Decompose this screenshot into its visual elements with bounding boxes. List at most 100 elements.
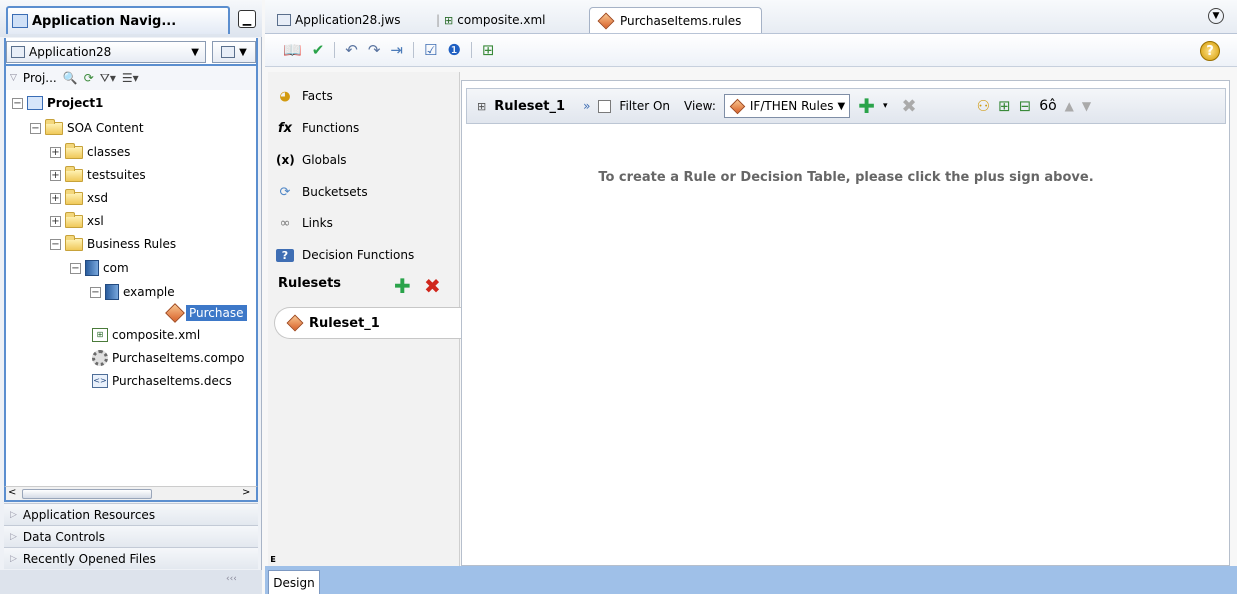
report-icon[interactable]: ☑ [424,41,437,59]
ruleset-label: Ruleset_1 [309,315,380,331]
navigator-title: Application Navig... [32,13,177,29]
filter-label: Filter On [619,99,671,113]
help-icon[interactable]: ? [1200,41,1220,61]
application-menu-button[interactable]: ▼ [212,41,256,63]
tab-application28-jws[interactable]: Application28.jws [277,9,401,31]
collapse-icon[interactable]: − [90,286,101,298]
validate-check-icon[interactable]: ✔ [312,41,325,59]
tree-node-purchaseitems-decs[interactable]: <> PurchaseItems.decs [92,370,232,392]
delete-rule-icon[interactable]: ✖ [901,96,916,117]
move-down-icon[interactable]: ▼ [1082,99,1091,113]
tree-node-composite[interactable]: ⊞ composite.xml [92,324,200,346]
tree-node-xsd[interactable]: + xsd [50,187,108,209]
tree-node-xsl[interactable]: + xsl [50,210,104,232]
rulesets-heading: Rulesets [278,276,342,291]
navigator-footer: ‹‹‹ [0,570,262,594]
double-chevron-down-icon[interactable]: » [583,99,590,113]
tree-label: PurchaseItems.decs [112,374,232,388]
tree-node-com[interactable]: − com [70,257,129,279]
minimize-button[interactable]: ▁ [238,10,256,28]
projects-label[interactable]: Proj... [23,71,57,85]
nav-label: Bucketsets [302,185,368,199]
tree-node-project1[interactable]: − Project1 [12,92,103,114]
search-icon[interactable]: 🔍 [63,71,78,85]
horizontal-scrollbar[interactable]: < > [4,486,258,502]
scroll-right-icon[interactable]: > [242,487,250,498]
collapse-icon[interactable]: − [12,97,23,109]
tab-purchaseitems-rules[interactable]: PurchaseItems.rules [589,7,763,33]
sort-icon[interactable]: ☰▾ [122,71,139,85]
tree-node-purchase-rules[interactable]: Purchase [165,302,247,324]
toolbar-separator [334,42,336,58]
tree-node-business-rules[interactable]: − Business Rules [50,233,176,255]
tab-composite-xml[interactable]: | ⊞ composite.xml [436,9,545,31]
expand-triangle-icon: ▷ [10,553,17,564]
tree-label: testsuites [87,168,146,182]
collapse-icon[interactable]: − [30,122,41,134]
nav-item-globals[interactable]: (x) Globals [276,148,347,172]
composite-icon: ⊞ [444,13,454,27]
refresh-icon[interactable]: ⟳ [84,71,94,85]
collapse-icon[interactable]: − [50,238,61,250]
scroll-left-icon[interactable]: < [8,487,16,498]
nav-item-links[interactable]: ∞ Links [276,211,333,235]
functions-icon: fx [277,120,293,136]
tab-list-menu-button[interactable]: ▼ [1208,8,1224,24]
redo-icon[interactable]: ↷ [368,41,381,59]
tree-node-testsuites[interactable]: + testsuites [50,164,146,186]
expand-icon[interactable]: + [50,192,61,204]
nav-item-bucketsets[interactable]: ⟳ Bucketsets [276,180,368,204]
expand-icon[interactable]: ⊞ [477,100,486,113]
ruleset-editor [461,80,1230,566]
tree-node-example[interactable]: − example [90,281,175,303]
collapse-all-icon[interactable]: ⊟ [1019,97,1032,115]
filter-icon[interactable]: ⛛▾ [100,71,116,86]
ruleset-icon [286,314,304,332]
filter-checkbox[interactable] [598,99,612,113]
component-gear-icon [92,350,108,366]
application-dropdown[interactable]: Application28 ▼ [6,41,206,63]
tab-design[interactable]: Design [268,570,320,594]
collapse-triangle-icon[interactable]: ▽ [10,73,17,83]
tree-node-classes[interactable]: + classes [50,141,130,163]
info-icon[interactable]: ❶ [447,41,460,59]
collapse-nav-icon[interactable]: ᴇ [270,552,276,565]
overflow-chevrons-icon[interactable]: ‹‹‹ [226,574,237,584]
expand-icon[interactable]: + [50,169,61,181]
view-dropdown[interactable]: IF/THEN Rules ▼ [723,94,851,118]
save-icon[interactable]: ⇥ [390,41,403,59]
tree-node-soa-content[interactable]: − SOA Content [30,117,144,139]
expand-icon[interactable]: + [50,146,61,158]
delete-ruleset-icon[interactable]: ✖ [424,274,441,298]
navigator-title-tab[interactable]: Application Navig... [6,6,230,34]
accordion-application-resources[interactable]: ▷ Application Resources [4,503,258,525]
add-ruleset-icon[interactable]: ✚ [394,274,411,298]
accordion-label: Recently Opened Files [22,551,156,566]
folder-icon [65,165,83,182]
undo-icon[interactable]: ↶ [345,41,358,59]
nav-item-facts[interactable]: ◕ Facts [276,84,332,108]
tree-node-purchaseitems-compo[interactable]: PurchaseItems.compo [92,347,244,369]
toolbar-separator [470,42,472,58]
accordion-recently-opened-files[interactable]: ▷ Recently Opened Files [4,547,258,569]
collapse-icon[interactable]: − [70,262,81,274]
view-label: View: [684,99,716,113]
add-rule-icon[interactable]: ✚ [858,94,875,118]
chevron-down-icon: ▼ [239,46,247,58]
book-icon[interactable]: 📖 [283,41,302,59]
hierarchy-icon[interactable]: ⊞ [482,41,495,59]
nav-item-functions[interactable]: fx Functions [276,116,359,140]
glasses-icon[interactable]: 6ô [1039,98,1056,114]
scrollbar-thumb[interactable] [22,489,152,499]
chevron-down-icon[interactable]: ▾ [883,101,888,111]
expand-icon[interactable]: + [50,215,61,227]
nav-item-decision-functions[interactable]: ? Decision Functions [276,243,414,267]
rules-diamond-icon [597,12,615,29]
tree-mode-icon[interactable]: ⚇ [977,97,990,115]
move-up-icon[interactable]: ▲ [1065,99,1074,113]
nav-label: Links [302,216,333,230]
expand-all-icon[interactable]: ⊞ [998,97,1011,115]
ruleset-item[interactable]: Ruleset_1 [274,307,464,339]
accordion-label: Application Resources [22,507,156,522]
accordion-data-controls[interactable]: ▷ Data Controls [4,525,258,547]
